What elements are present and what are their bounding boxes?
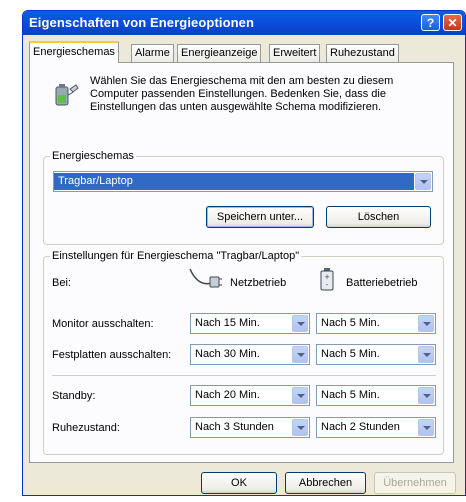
standby-ac-value: Nach 20 Min. [195, 389, 260, 401]
monitor-off-battery-select[interactable]: Nach 5 Min. [316, 313, 436, 334]
power-plug-icon [189, 268, 222, 288]
tab-energieschemas[interactable]: Energieschemas [29, 41, 119, 63]
disk-off-label: Festplatten ausschalten: [52, 349, 172, 361]
power-options-dialog: Eigenschaften von Energieoptionen ? ✕ En… [22, 10, 466, 496]
delete-button[interactable]: Löschen [326, 206, 431, 228]
chevron-down-icon[interactable] [292, 387, 308, 404]
chevron-down-icon[interactable] [415, 173, 431, 190]
help-button[interactable]: ? [421, 14, 440, 31]
intro-text: Wählen Sie das Energieschema mit den am … [90, 75, 394, 113]
tab-erweitert[interactable]: Erweitert [269, 44, 321, 62]
tab-panel: Wählen Sie das Energieschema mit den am … [29, 62, 454, 463]
chevron-down-icon[interactable] [292, 315, 308, 332]
cancel-button[interactable]: Abbrechen [285, 472, 366, 494]
hibernate-battery-select[interactable]: Nach 2 Stunden [316, 417, 436, 438]
ac-column-label: Netzbetrieb [230, 277, 287, 289]
chevron-down-icon[interactable] [418, 387, 434, 404]
svg-text:+: + [324, 273, 330, 281]
chevron-down-icon[interactable] [418, 419, 434, 436]
scheme-select-value: Tragbar/Laptop [54, 173, 414, 190]
standby-label: Standby: [52, 390, 96, 402]
battery-column-label: Batteriebetrieb [346, 277, 418, 289]
standby-ac-select[interactable]: Nach 20 Min. [190, 385, 310, 406]
hibernate-label: Ruhezustand: [52, 422, 120, 434]
hibernate-battery-value: Nach 2 Stunden [321, 421, 400, 433]
standby-battery-value: Nach 5 Min. [321, 389, 380, 401]
settings-divider [52, 375, 436, 376]
battery-icon: + - [320, 268, 334, 291]
chevron-down-icon[interactable] [418, 315, 434, 332]
battery-plug-icon [55, 84, 79, 106]
disk-off-ac-value: Nach 30 Min. [195, 348, 260, 360]
monitor-off-battery-value: Nach 5 Min. [321, 317, 380, 329]
standby-battery-select[interactable]: Nach 5 Min. [316, 385, 436, 406]
monitor-off-label: Monitor ausschalten: [52, 318, 154, 330]
when-label: Bei: [52, 277, 71, 289]
hibernate-ac-value: Nach 3 Stunden [195, 421, 274, 433]
tab-alarme[interactable]: Alarme [131, 44, 174, 62]
save-as-button[interactable]: Speichern unter... [206, 206, 314, 228]
close-button[interactable]: ✕ [443, 14, 462, 31]
disk-off-ac-select[interactable]: Nach 30 Min. [190, 344, 310, 365]
disk-off-battery-value: Nach 5 Min. [321, 348, 380, 360]
tab-energieanzeige[interactable]: Energieanzeige [177, 44, 262, 62]
monitor-off-ac-select[interactable]: Nach 15 Min. [190, 313, 310, 334]
chevron-down-icon[interactable] [418, 346, 434, 363]
apply-button[interactable]: Übernehmen [374, 472, 456, 494]
settings-legend: Einstellungen für Energieschema "Tragbar… [52, 250, 300, 262]
tab-ruhezustand[interactable]: Ruhezustand [326, 44, 399, 62]
hibernate-ac-select[interactable]: Nach 3 Stunden [190, 417, 310, 438]
scheme-select[interactable]: Tragbar/Laptop [53, 171, 433, 192]
disk-off-battery-select[interactable]: Nach 5 Min. [316, 344, 436, 365]
schemes-legend: Energieschemas [52, 150, 134, 162]
chevron-down-icon[interactable] [292, 346, 308, 363]
chevron-down-icon[interactable] [292, 419, 308, 436]
schemes-group: Energieschemas [43, 150, 444, 245]
window-title: Eigenschaften von Energieoptionen [29, 15, 255, 30]
title-bar[interactable]: Eigenschaften von Energieoptionen ? ✕ [23, 11, 465, 35]
ok-button[interactable]: OK [201, 472, 277, 494]
monitor-off-ac-value: Nach 15 Min. [195, 317, 260, 329]
